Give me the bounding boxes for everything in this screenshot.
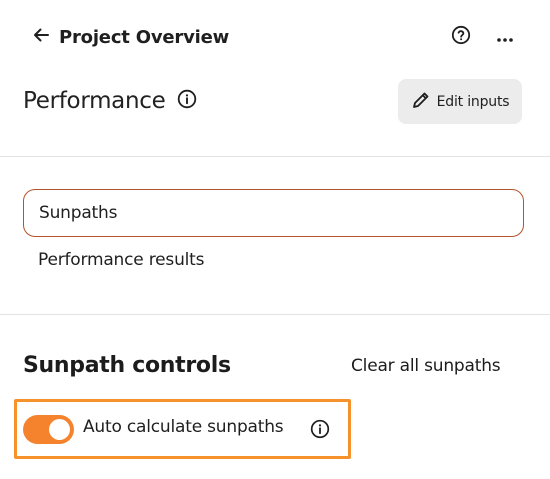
- page-header: Performance: [23, 84, 197, 118]
- back-to-project-overview-link[interactable]: Project Overview: [32, 22, 229, 52]
- divider: [0, 314, 550, 315]
- tab-performance-results-label: Performance results: [38, 250, 205, 270]
- pencil-icon: [411, 90, 431, 114]
- more-options-button[interactable]: [490, 22, 520, 52]
- arrow-left-icon: [32, 26, 50, 48]
- edit-inputs-label: Edit inputs: [436, 93, 510, 110]
- sunpath-controls-heading: Sunpath controls: [23, 353, 231, 378]
- more-horizontal-icon: [496, 28, 514, 47]
- info-icon[interactable]: [177, 89, 197, 113]
- performance-panel: Project Overview Performance Edit inputs…: [0, 0, 550, 479]
- clear-all-sunpaths-button[interactable]: Clear all sunpaths: [351, 356, 501, 376]
- info-icon[interactable]: [310, 419, 330, 439]
- edit-inputs-button[interactable]: Edit inputs: [398, 79, 522, 124]
- tab-sunpaths[interactable]: Sunpaths: [23, 189, 524, 237]
- toggle-knob: [49, 419, 70, 440]
- divider: [0, 156, 550, 157]
- auto-calculate-toggle[interactable]: [23, 415, 74, 444]
- page-title: Performance: [23, 88, 166, 114]
- tab-sunpaths-label: Sunpaths: [39, 203, 118, 223]
- help-circle-icon: [451, 25, 471, 49]
- auto-calculate-label: Auto calculate sunpaths: [83, 417, 284, 437]
- back-link-label: Project Overview: [59, 26, 230, 48]
- help-button[interactable]: [446, 22, 476, 52]
- tab-performance-results[interactable]: Performance results: [23, 236, 524, 284]
